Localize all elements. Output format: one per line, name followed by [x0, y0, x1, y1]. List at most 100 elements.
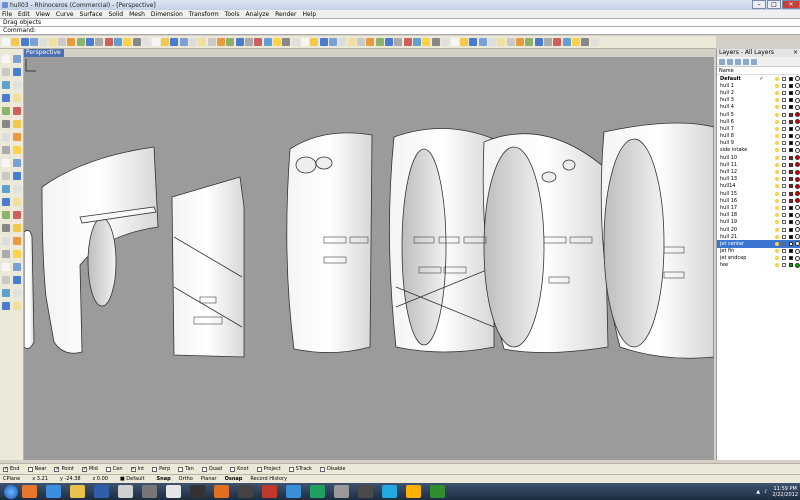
- material-icon[interactable]: [795, 176, 800, 182]
- snap-toggle[interactable]: Snap: [157, 476, 171, 482]
- taskbar-ai-icon[interactable]: [406, 485, 421, 498]
- material-icon[interactable]: [795, 97, 800, 103]
- material-icon[interactable]: [795, 133, 800, 139]
- move-down-icon[interactable]: [743, 58, 749, 65]
- layer-row[interactable]: hull14: [717, 183, 800, 190]
- layer-row[interactable]: hull 12: [717, 168, 800, 175]
- menu-view[interactable]: View: [36, 11, 50, 18]
- layer-row[interactable]: tee: [717, 262, 800, 269]
- lock-icon[interactable]: [782, 177, 787, 182]
- visibility-bulb-icon[interactable]: [775, 134, 780, 139]
- tool-button-icon[interactable]: [2, 146, 10, 154]
- visibility-bulb-icon[interactable]: [775, 213, 780, 218]
- osnap-int[interactable]: ✓ Int: [130, 466, 144, 472]
- layer-row[interactable]: hull 10: [717, 154, 800, 161]
- layer-color-swatch[interactable]: [789, 205, 794, 210]
- osnap-checkbox[interactable]: [230, 466, 236, 472]
- layer-row[interactable]: hull 13: [717, 176, 800, 183]
- toolbar-button-icon[interactable]: [506, 38, 515, 46]
- tool-button-icon[interactable]: [2, 250, 10, 258]
- osnap-disable[interactable]: Disable: [319, 466, 346, 472]
- toolbar-button-icon[interactable]: [571, 38, 580, 46]
- toolbar-button-icon[interactable]: [2, 38, 10, 46]
- toolbar-button-icon[interactable]: [132, 38, 141, 46]
- layer-color-swatch[interactable]: [789, 191, 794, 196]
- lock-icon[interactable]: [782, 241, 787, 246]
- osnap-mid[interactable]: ✓ Mid: [81, 466, 98, 472]
- taskbar-ps-icon[interactable]: [94, 485, 109, 498]
- toolbar-button-icon[interactable]: [422, 38, 431, 46]
- toolbar-button-icon[interactable]: [291, 38, 300, 46]
- osnap-checkbox[interactable]: ✓: [81, 466, 87, 472]
- layer-color-swatch[interactable]: [789, 249, 794, 254]
- visibility-bulb-icon[interactable]: [775, 177, 780, 182]
- lock-icon[interactable]: [782, 256, 787, 261]
- toolbar-button-icon[interactable]: [497, 38, 506, 46]
- current-layer[interactable]: ■ Default: [120, 476, 145, 482]
- toolbar-button-icon[interactable]: [413, 38, 422, 46]
- material-icon[interactable]: [795, 255, 800, 261]
- close-button[interactable]: ✕: [782, 0, 800, 9]
- toolbar-button-icon[interactable]: [431, 38, 440, 46]
- tool-button-icon[interactable]: [13, 185, 21, 193]
- layer-row[interactable]: hull 16: [717, 197, 800, 204]
- maximize-button[interactable]: □: [767, 0, 781, 9]
- tool-button-icon[interactable]: [13, 224, 21, 232]
- lock-icon[interactable]: [782, 134, 787, 139]
- material-icon[interactable]: [795, 126, 800, 132]
- viewport-tab-perspective[interactable]: Perspective: [24, 49, 64, 57]
- toolbar-button-icon[interactable]: [95, 38, 104, 46]
- lock-icon[interactable]: [782, 205, 787, 210]
- layer-color-swatch[interactable]: [789, 241, 794, 246]
- visibility-bulb-icon[interactable]: [775, 126, 780, 131]
- material-icon[interactable]: [795, 183, 800, 189]
- material-icon[interactable]: [795, 155, 800, 161]
- osnap-knot[interactable]: Knot: [230, 466, 249, 472]
- toolbar-button-icon[interactable]: [394, 38, 403, 46]
- taskbar-skype-icon[interactable]: [382, 485, 397, 498]
- tool-button-icon[interactable]: [13, 146, 21, 154]
- visibility-bulb-icon[interactable]: [775, 220, 780, 225]
- visibility-bulb-icon[interactable]: [775, 184, 780, 189]
- osnap-checkbox[interactable]: [319, 466, 325, 472]
- toolbar-button-icon[interactable]: [366, 38, 375, 46]
- osnap-near[interactable]: Near: [27, 466, 46, 472]
- toolbar-button-icon[interactable]: [469, 38, 478, 46]
- visibility-bulb-icon[interactable]: [775, 148, 780, 153]
- menu-analyze[interactable]: Analyze: [245, 11, 269, 18]
- visibility-bulb-icon[interactable]: [775, 76, 780, 81]
- taskbar-app4-icon[interactable]: [430, 485, 445, 498]
- material-icon[interactable]: [795, 104, 800, 110]
- lock-icon[interactable]: [782, 90, 787, 95]
- layer-color-swatch[interactable]: [789, 105, 794, 110]
- material-icon[interactable]: [795, 76, 800, 82]
- visibility-bulb-icon[interactable]: [775, 112, 780, 117]
- layer-row[interactable]: hull 11: [717, 161, 800, 168]
- new-layer-icon[interactable]: [719, 58, 725, 65]
- layer-color-swatch[interactable]: [789, 220, 794, 225]
- osnap-quad[interactable]: Quad: [201, 466, 222, 472]
- layer-row[interactable]: jet endcap: [717, 255, 800, 262]
- tool-button-icon[interactable]: [13, 120, 21, 128]
- toolbar-button-icon[interactable]: [310, 38, 319, 46]
- material-icon[interactable]: [795, 198, 800, 204]
- toolbar-button-icon[interactable]: [487, 38, 496, 46]
- menu-dimension[interactable]: Dimension: [151, 11, 183, 18]
- osnap-tan[interactable]: Tan: [178, 466, 194, 472]
- toolbar-button-icon[interactable]: [525, 38, 534, 46]
- toolbar-button-icon[interactable]: [543, 38, 552, 46]
- tool-button-icon[interactable]: [2, 263, 10, 271]
- lock-icon[interactable]: [782, 148, 787, 153]
- osnap-cen[interactable]: Cen: [105, 466, 123, 472]
- clock[interactable]: 11:59 PM 2/22/2012: [772, 486, 798, 498]
- toolbar-button-icon[interactable]: [114, 38, 123, 46]
- osnap-toggle[interactable]: Osnap: [225, 476, 243, 482]
- layer-row[interactable]: hull 8: [717, 133, 800, 140]
- material-icon[interactable]: [795, 147, 800, 153]
- tool-button-icon[interactable]: [2, 276, 10, 284]
- taskbar-ball-icon[interactable]: [166, 485, 181, 498]
- toolbar-button-icon[interactable]: [11, 38, 20, 46]
- tool-button-icon[interactable]: [2, 107, 10, 115]
- toolbar-button-icon[interactable]: [459, 38, 468, 46]
- layer-row[interactable]: jet fin: [717, 248, 800, 255]
